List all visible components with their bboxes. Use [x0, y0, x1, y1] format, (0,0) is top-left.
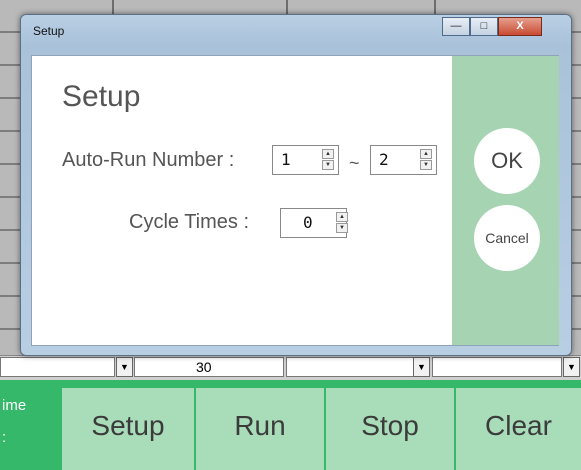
spin-up-icon[interactable]: ▲ [336, 212, 348, 222]
cancel-button-label: Cancel [485, 230, 529, 246]
cycle-times-label: Cycle Times : [129, 211, 250, 233]
setup-dialog: Setup — □ X Setup Auto-Run Number : 1 ▲ … [20, 14, 572, 356]
window-title: Setup [33, 24, 65, 38]
bg-cell[interactable] [286, 357, 416, 377]
maximize-icon: □ [480, 20, 488, 32]
time-label-text: ime : [2, 397, 27, 446]
run-button[interactable]: Run [194, 388, 324, 470]
spin-buttons: ▲ ▼ [322, 149, 334, 171]
time-label: ime : [0, 390, 56, 470]
auto-run-to-stepper[interactable]: 2 ▲ ▼ [370, 145, 437, 175]
spin-down-icon[interactable]: ▼ [420, 160, 432, 170]
spin-up-icon[interactable]: ▲ [322, 149, 334, 159]
bg-cell[interactable] [432, 357, 562, 377]
auto-run-from-stepper[interactable]: 1 ▲ ▼ [272, 145, 339, 175]
ok-button-label: OK [491, 148, 523, 173]
run-button-label: Run [234, 410, 286, 441]
ok-button[interactable]: OK [474, 128, 540, 194]
auto-run-label: Auto-Run Number : [62, 149, 235, 171]
close-button[interactable]: X [498, 17, 542, 36]
bg-cell-text: 30 [196, 359, 212, 375]
auto-run-from-value: 1 [281, 150, 291, 169]
setup-button[interactable]: Setup [60, 388, 194, 470]
setup-button-label: Setup [91, 410, 165, 441]
spin-buttons: ▲ ▼ [420, 149, 432, 171]
auto-run-to-value: 2 [379, 150, 389, 169]
dropdown-chevron-icon[interactable]: ▼ [116, 357, 133, 377]
stop-button-label: Stop [361, 410, 419, 441]
maximize-button[interactable]: □ [470, 17, 498, 36]
clear-button-label: Clear [485, 410, 552, 441]
cycle-times-stepper[interactable]: 0 ▲ ▼ [280, 208, 348, 238]
spin-down-icon[interactable]: ▼ [322, 160, 334, 170]
dropdown-chevron-icon[interactable]: ▼ [563, 357, 580, 377]
cancel-button[interactable]: Cancel [474, 205, 540, 271]
spin-up-icon[interactable]: ▲ [420, 149, 432, 159]
spin-buttons: ▲ ▼ [336, 212, 348, 234]
clear-button[interactable]: Clear [454, 388, 581, 470]
bg-cell[interactable] [0, 357, 115, 377]
action-panel: OK Cancel [452, 56, 559, 345]
range-separator: ~ [349, 153, 360, 173]
minimize-button[interactable]: — [442, 17, 470, 36]
spin-down-icon[interactable]: ▼ [336, 223, 348, 233]
stop-button[interactable]: Stop [324, 388, 454, 470]
minimize-icon: — [450, 20, 462, 32]
close-icon: X [516, 20, 524, 32]
cycle-times-value: 0 [303, 213, 313, 232]
dialog-content: Setup Auto-Run Number : 1 ▲ ▼ ~ 2 ▲ ▼ Cy… [31, 55, 559, 346]
dropdown-chevron-icon[interactable]: ▼ [413, 357, 430, 377]
dialog-heading: Setup [62, 80, 141, 113]
